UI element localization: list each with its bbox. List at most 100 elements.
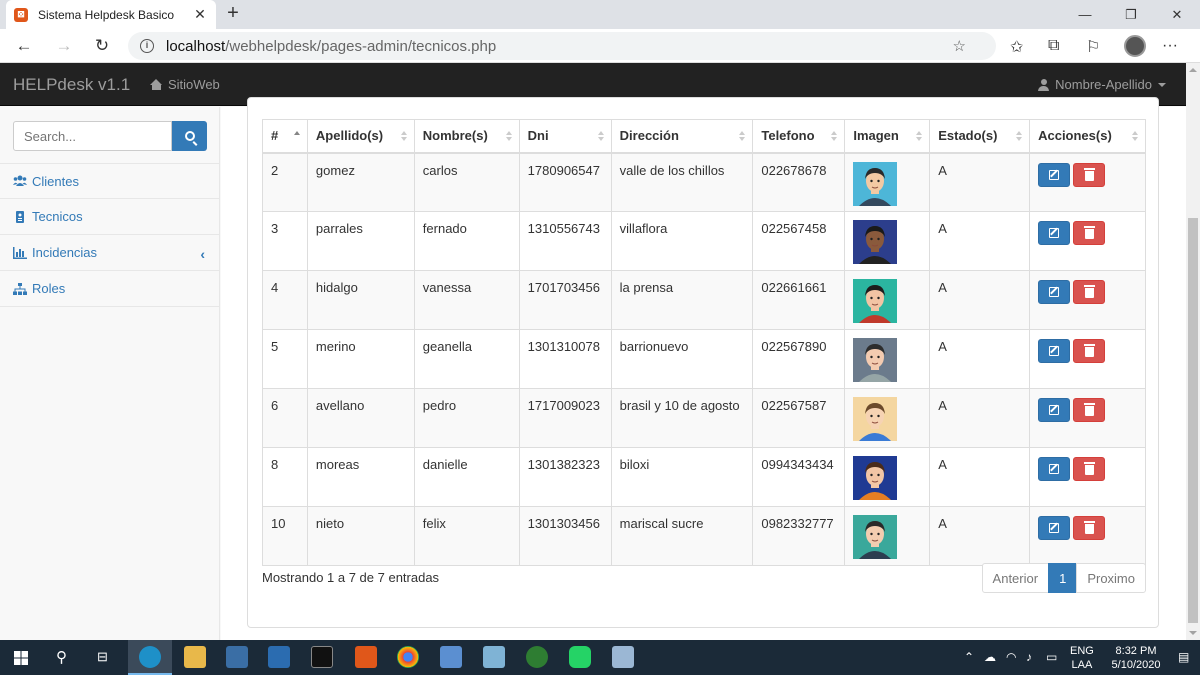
col-header-nombre[interactable]: Nombre(s) xyxy=(413,119,520,154)
language-indicator[interactable]: ENG LAA xyxy=(1070,644,1094,672)
cell-estado: A xyxy=(929,506,1031,566)
edge-icon[interactable] xyxy=(139,646,161,668)
battery-icon[interactable]: ▭ xyxy=(1046,650,1057,664)
col-header-apellido[interactable]: Apellido(s) xyxy=(306,119,415,154)
page-scrollbar[interactable] xyxy=(1186,63,1200,640)
store-icon[interactable] xyxy=(226,646,248,668)
url-path: /webhelpdesk/pages-admin/tecnicos.php xyxy=(225,37,497,55)
box-app-icon[interactable] xyxy=(440,646,462,668)
cell-imagen xyxy=(844,152,931,212)
sidebar-item-incidencias[interactable]: Incidencias ‹ xyxy=(0,235,219,271)
col-header-acciones[interactable]: Acciones(s) xyxy=(1029,119,1146,154)
prev-page-button[interactable]: Anterior xyxy=(981,563,1050,593)
chrome-icon[interactable] xyxy=(397,646,419,668)
wifi-icon[interactable]: ◠ xyxy=(1006,650,1016,664)
windows-start-icon[interactable] xyxy=(14,651,28,665)
collections-icon[interactable]: ⧉ xyxy=(1048,37,1059,55)
search-input[interactable] xyxy=(13,121,172,151)
delete-button[interactable] xyxy=(1073,398,1106,422)
favorites-icon[interactable]: ✩ xyxy=(1010,37,1023,57)
edit-button[interactable] xyxy=(1038,339,1071,363)
sidebar-item-tecnicos[interactable]: Tecnicos xyxy=(0,199,219,235)
notes-app-icon[interactable] xyxy=(483,646,505,668)
terminal-icon[interactable] xyxy=(311,646,333,668)
cloud-icon[interactable]: ☁ xyxy=(984,650,996,664)
delete-button[interactable] xyxy=(1073,162,1106,187)
col-header-telefono[interactable]: Telefono xyxy=(752,119,846,154)
col-header-estado[interactable]: Estado(s) xyxy=(929,119,1031,154)
favorite-star-icon[interactable]: ☆ xyxy=(953,37,982,55)
close-window-icon[interactable]: ✕ xyxy=(1154,0,1200,29)
file-explorer-icon[interactable] xyxy=(184,646,206,668)
cell-imagen xyxy=(844,388,931,448)
cell-acciones xyxy=(1029,270,1146,330)
edit-button[interactable] xyxy=(1038,221,1071,245)
search-button[interactable] xyxy=(172,121,207,151)
hs-app-icon[interactable] xyxy=(526,646,548,668)
sidebar-item-label: Clientes xyxy=(32,173,79,189)
user-dropdown[interactable]: Nombre-Apellido xyxy=(1038,77,1166,92)
refresh-icon[interactable]: ↻ xyxy=(90,35,114,57)
col-header-dni[interactable]: Dni xyxy=(518,119,612,154)
edit-button[interactable] xyxy=(1038,516,1071,540)
table-row: 8 moreas danielle 1301382323 biloxi 099434343… xyxy=(262,447,1146,507)
sidebar-item-roles[interactable]: Roles xyxy=(0,271,219,307)
cell-direccion: barrionuevo xyxy=(610,329,754,389)
delete-button[interactable] xyxy=(1073,221,1106,245)
col-header-direccion[interactable]: Dirección xyxy=(610,119,754,154)
whatsapp-icon[interactable] xyxy=(569,646,591,668)
delete-button[interactable] xyxy=(1073,280,1106,304)
cell-acciones xyxy=(1029,329,1146,389)
sidebar-item-label: Tecnicos xyxy=(32,209,83,224)
cell-apellido: hidalgo xyxy=(306,270,415,330)
url-field[interactable]: i localhost/webhelpdesk/pages-admin/tecn… xyxy=(128,32,996,60)
main-content: # Apellido(s) Nombre(s) Dni Dirección Te… xyxy=(221,97,1186,640)
delete-button[interactable] xyxy=(1073,339,1106,363)
notifications-icon[interactable]: ▤ xyxy=(1178,650,1189,664)
browser-tab[interactable]: ⊠ Sistema Helpdesk Basico ✕ xyxy=(6,0,216,29)
edit-button[interactable] xyxy=(1038,280,1071,304)
xampp-taskbar-icon[interactable] xyxy=(355,646,377,668)
caret-down-icon xyxy=(1158,82,1166,87)
cell-apellido: parrales xyxy=(306,211,415,271)
delete-button[interactable] xyxy=(1073,516,1106,540)
next-page-button[interactable]: Proximo xyxy=(1076,563,1146,593)
col-header-imagen[interactable]: Imagen xyxy=(844,119,931,154)
paint-icon[interactable] xyxy=(612,646,634,668)
restore-icon[interactable]: ❐ xyxy=(1108,0,1154,29)
more-icon[interactable]: ··· xyxy=(1162,37,1178,55)
cell-nombre: fernado xyxy=(413,211,520,271)
info-icon[interactable]: i xyxy=(140,39,154,53)
sort-icon xyxy=(1132,131,1138,141)
edit-button[interactable] xyxy=(1038,398,1071,422)
tray-chevron-icon[interactable]: ⌃ xyxy=(964,650,974,664)
volume-icon[interactable]: ♪ xyxy=(1026,650,1032,664)
edit-button[interactable] xyxy=(1038,162,1071,187)
scroll-up-icon[interactable] xyxy=(1189,68,1197,72)
col-header-id[interactable]: # xyxy=(262,119,308,154)
site-link[interactable]: SitioWeb xyxy=(150,77,220,92)
forward-icon[interactable]: → xyxy=(52,35,76,57)
cell-telefono: 0994343434 xyxy=(752,447,846,507)
delete-button[interactable] xyxy=(1073,457,1106,481)
cell-nombre: geanella xyxy=(413,329,520,389)
mail-icon[interactable] xyxy=(268,646,290,668)
chevron-left-icon: ‹ xyxy=(200,246,205,262)
brand[interactable]: HELPdesk v1.1 xyxy=(13,75,130,95)
page-1-button[interactable]: 1 xyxy=(1048,563,1078,593)
sort-icon xyxy=(505,131,512,141)
back-icon[interactable]: ← xyxy=(12,35,36,57)
sidebar-item-clientes[interactable]: Clientes xyxy=(0,163,219,199)
profile-icon[interactable] xyxy=(1124,35,1146,57)
tab-close-icon[interactable]: ✕ xyxy=(192,6,208,23)
feedback-icon[interactable]: ⚐ xyxy=(1086,37,1100,57)
edit-button[interactable] xyxy=(1038,457,1071,481)
scroll-thumb[interactable] xyxy=(1188,218,1198,623)
minimize-icon[interactable]: — xyxy=(1062,0,1108,29)
scroll-down-icon[interactable] xyxy=(1189,631,1197,635)
new-tab-icon[interactable]: + xyxy=(222,3,244,25)
task-view-icon[interactable]: ⊟ xyxy=(97,649,108,665)
edit-icon xyxy=(1049,464,1060,474)
search-taskbar-icon[interactable]: ⚲ xyxy=(56,648,67,666)
clock[interactable]: 8:32 PM 5/10/2020 xyxy=(1106,644,1166,672)
